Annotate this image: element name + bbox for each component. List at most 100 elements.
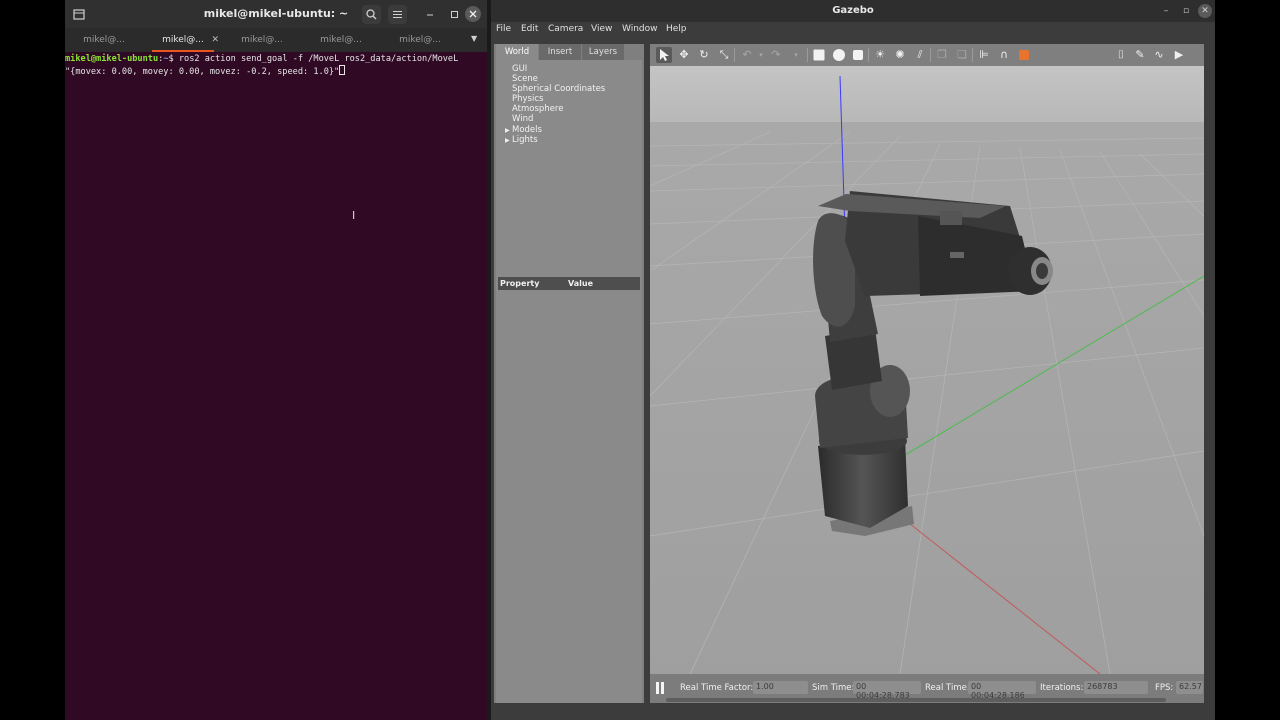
select-mode-icon[interactable]: [656, 47, 672, 63]
paste-icon[interactable]: ❏: [954, 47, 970, 63]
point-light-icon[interactable]: ☀: [872, 47, 888, 63]
terminal-tab[interactable]: mikel@...: [381, 28, 459, 52]
property-column-header: Property: [500, 279, 540, 288]
horizontal-scrollbar[interactable]: [666, 698, 1166, 702]
toolbar-separator: [734, 48, 735, 62]
tree-item-lights[interactable]: Lights: [512, 135, 538, 145]
gazebo-titlebar[interactable]: Gazebo – ▫ ✕: [491, 0, 1215, 22]
tab-label: mikel@...: [241, 35, 283, 45]
cylinder-shape-icon[interactable]: [850, 47, 866, 63]
terminal-tab-active[interactable]: mikel@... ✕: [144, 28, 222, 52]
expand-arrow-icon[interactable]: ▶: [505, 127, 510, 134]
hamburger-menu-icon[interactable]: [388, 5, 407, 24]
terminal-tab[interactable]: mikel@...: [223, 28, 301, 52]
translate-mode-icon[interactable]: ✥: [676, 47, 692, 63]
toolbar-separator: [807, 48, 808, 62]
command-line-2: "{movex: 0.00, movey: 0.00, movez: -0.2,…: [65, 67, 340, 77]
text-cursor: [339, 65, 346, 75]
tree-item-physics[interactable]: Physics: [512, 94, 543, 104]
pause-icon[interactable]: [655, 682, 665, 694]
screenshot-camera-icon[interactable]: ⌷: [1113, 47, 1129, 63]
tree-item-scene[interactable]: Scene: [512, 74, 538, 84]
menu-edit[interactable]: Edit: [521, 24, 538, 34]
tab-label: mikel@...: [320, 35, 362, 45]
tree-item-atmosphere[interactable]: Atmosphere: [512, 104, 563, 114]
expand-arrow-icon[interactable]: ▶: [505, 137, 510, 144]
tree-item-wind[interactable]: Wind: [512, 114, 533, 124]
desktop: mikel@mikel-ubuntu: ~ mikel@... mikel@..…: [0, 0, 1280, 720]
maximize-icon[interactable]: ▫: [1179, 4, 1193, 18]
menu-camera[interactable]: Camera: [548, 24, 583, 34]
world-tree: GUI Scene Spherical Coordinates Physics …: [496, 60, 642, 276]
align-icon[interactable]: ⊫: [976, 47, 992, 63]
plot-icon[interactable]: ∿: [1151, 47, 1167, 63]
real-time-factor-value: 1.00: [753, 681, 808, 694]
toolbar-separator: [868, 48, 869, 62]
terminal-tab[interactable]: mikel@...: [65, 28, 143, 52]
screen-edge: [1215, 0, 1280, 720]
close-icon[interactable]: ✕: [1198, 4, 1212, 18]
toolbar-separator: [930, 48, 931, 62]
terminal-output[interactable]: mikel@mikel-ubuntu:~$ ros2 action send_g…: [65, 54, 487, 78]
terminal-tab[interactable]: mikel@...: [302, 28, 380, 52]
command-line-1: ros2 action send_goal -f /MoveL ros2_dat…: [178, 54, 459, 64]
menu-window[interactable]: Window: [622, 24, 658, 34]
redo-icon[interactable]: ↷: [768, 47, 784, 63]
menu-help[interactable]: Help: [666, 24, 687, 34]
chevron-down-icon[interactable]: ▾: [753, 47, 769, 63]
real-time-value: 00 00:04:28.186: [968, 681, 1036, 700]
sky-background: [650, 66, 1204, 122]
tree-item-gui[interactable]: GUI: [512, 64, 527, 74]
iterations-value: 268783: [1084, 681, 1148, 694]
tab-label: mikel@...: [83, 35, 125, 45]
video-record-icon[interactable]: ▶: [1171, 47, 1187, 63]
copy-icon[interactable]: ❐: [934, 47, 950, 63]
menu-view[interactable]: View: [591, 24, 612, 34]
search-icon[interactable]: [362, 5, 381, 24]
tab-insert[interactable]: Insert: [539, 44, 581, 60]
simulation-status-bar: Real Time Factor: 1.00 Sim Time: 00 00:0…: [650, 674, 1204, 703]
change-view-icon[interactable]: [1016, 47, 1032, 63]
sim-time-label: Sim Time:: [812, 683, 855, 693]
sim-time-value: 00 00:04:28.783: [853, 681, 921, 700]
menu-file[interactable]: File: [496, 24, 511, 34]
property-panel: Property Value: [496, 276, 642, 703]
spot-light-icon[interactable]: ✺: [892, 47, 908, 63]
chevron-down-icon[interactable]: ▼: [471, 34, 477, 43]
maximize-icon[interactable]: [445, 5, 464, 24]
tab-world[interactable]: World: [496, 44, 538, 60]
scene-viewport[interactable]: [650, 66, 1204, 674]
minimize-icon[interactable]: –: [1159, 4, 1173, 18]
prompt-symbol: $: [168, 54, 179, 64]
gazebo-title: Gazebo: [832, 5, 874, 16]
chevron-down-icon[interactable]: ▾: [788, 47, 804, 63]
directional-light-icon[interactable]: ⫽: [912, 47, 928, 63]
value-column-header: Value: [568, 279, 594, 288]
terminal-titlebar[interactable]: mikel@mikel-ubuntu: ~: [65, 0, 487, 28]
real-time-label: Real Time:: [925, 683, 970, 693]
scale-mode-icon[interactable]: ⤡: [716, 47, 732, 63]
real-time-factor-label: Real Time Factor:: [680, 683, 754, 693]
snap-icon[interactable]: ∩: [996, 47, 1012, 63]
toolbar-separator: [972, 48, 973, 62]
box-shape-icon[interactable]: [811, 47, 827, 63]
terminal-tab-bar: mikel@... mikel@... ✕ mikel@... mikel@...…: [65, 28, 487, 52]
minimize-icon[interactable]: [421, 5, 440, 24]
tree-item-models[interactable]: Models: [512, 125, 542, 135]
log-icon[interactable]: ✎: [1132, 47, 1148, 63]
tab-layers[interactable]: Layers: [582, 44, 624, 60]
tree-item-spherical-coordinates[interactable]: Spherical Coordinates: [512, 84, 605, 94]
ibeam-cursor-icon: I: [352, 209, 356, 222]
sphere-shape-icon[interactable]: [831, 47, 847, 63]
fps-value: 62.57: [1176, 681, 1203, 694]
tab-label: mikel@...: [162, 35, 204, 45]
iterations-label: Iterations:: [1040, 683, 1084, 693]
gazebo-window[interactable]: Gazebo – ▫ ✕ File Edit Camera View Windo…: [491, 0, 1215, 720]
terminal-window[interactable]: mikel@mikel-ubuntu: ~ mikel@... mikel@..…: [65, 0, 487, 720]
fps-label: FPS:: [1155, 683, 1174, 693]
close-icon[interactable]: [465, 6, 481, 22]
tab-close-icon[interactable]: ✕: [211, 28, 219, 52]
gazebo-menubar: File Edit Camera View Window Help: [491, 22, 1215, 40]
rotate-mode-icon[interactable]: ↻: [696, 47, 712, 63]
gazebo-left-panel: World Insert Layers GUI Scene Spherical …: [494, 44, 644, 703]
